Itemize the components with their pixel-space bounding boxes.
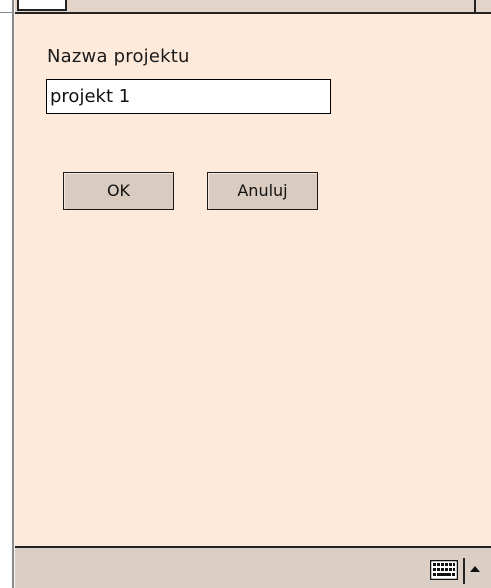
menu-bar-divider [463, 558, 465, 584]
menu-bar [15, 546, 491, 588]
project-name-input[interactable] [46, 79, 331, 114]
top-tab[interactable] [17, 0, 67, 11]
up-arrow-icon[interactable] [470, 566, 480, 572]
keyboard-icon[interactable] [430, 560, 458, 580]
top-right-mark [474, 0, 476, 12]
cancel-button[interactable]: Anuluj [207, 172, 318, 210]
project-name-label: Nazwa projektu [47, 46, 190, 67]
ok-button[interactable]: OK [63, 172, 174, 210]
top-strip [15, 0, 491, 12]
corner-tick [0, 12, 12, 13]
screen: Nazwa projektu OK Anuluj [0, 0, 491, 588]
